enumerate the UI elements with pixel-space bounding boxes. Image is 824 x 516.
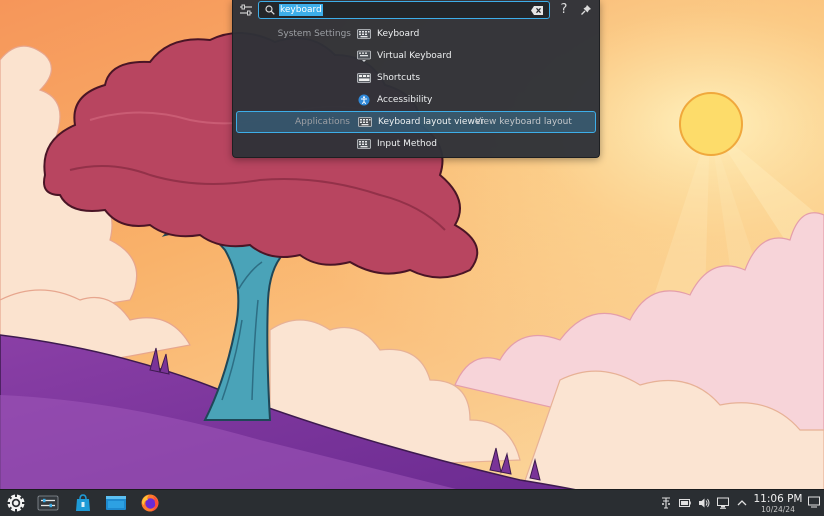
result-title: Keyboard: [377, 29, 420, 39]
input-method-icon: [357, 139, 371, 149]
result-row-keyboard[interactable]: System Settings Keyboard: [236, 24, 596, 44]
clock-time[interactable]: 11:06 PM: [750, 493, 806, 505]
accessibility-icon: [358, 94, 370, 106]
dolphin-file-manager-icon[interactable]: [105, 493, 127, 513]
search-query-text: keyboard: [279, 4, 323, 16]
tray-expand-icon[interactable]: [736, 497, 748, 509]
firefox-icon[interactable]: [139, 493, 161, 513]
result-title: Virtual Keyboard: [377, 51, 452, 61]
system-settings-icon[interactable]: [37, 493, 59, 513]
result-row-virtual-keyboard[interactable]: Virtual Keyboard: [236, 46, 596, 66]
shortcuts-icon: [357, 73, 371, 83]
result-row-input-method[interactable]: Input Method: [236, 134, 596, 154]
result-title: Shortcuts: [377, 73, 421, 83]
search-input[interactable]: keyboard: [258, 1, 550, 19]
result-title: Keyboard layout viewer: [378, 117, 485, 127]
keyboard-layout-icon: [358, 117, 372, 127]
result-row-keyboard-layout-viewer[interactable]: Applications Keyboard layout viewer View…: [236, 111, 596, 133]
search-icon: [265, 5, 275, 15]
help-button[interactable]: ?: [556, 1, 572, 19]
volume-icon[interactable]: [698, 497, 710, 509]
app-launcher-icon[interactable]: [5, 493, 27, 513]
result-row-accessibility[interactable]: Accessibility: [236, 90, 596, 110]
pin-icon[interactable]: [580, 4, 592, 16]
show-desktop-icon[interactable]: [808, 496, 820, 508]
result-title: Accessibility: [377, 95, 433, 105]
result-row-shortcuts[interactable]: Shortcuts: [236, 68, 596, 88]
clock-date[interactable]: 10/24/24: [750, 505, 806, 514]
taskbar-panel: 11:06 PM 10/24/24: [0, 489, 824, 516]
keyboard-icon: [357, 29, 371, 39]
virtual-keyboard-icon: [357, 50, 371, 62]
configure-icon[interactable]: [239, 3, 253, 17]
display-icon[interactable]: [717, 497, 729, 509]
network-icon[interactable]: [660, 497, 672, 509]
result-subtitle: View keyboard layout: [475, 117, 572, 127]
battery-icon[interactable]: [679, 497, 691, 509]
krunner-search-popup: keyboard ? System Settings Keyboard Virt…: [232, 0, 600, 158]
clear-text-icon[interactable]: [531, 6, 543, 15]
category-label: System Settings: [277, 29, 351, 39]
category-label: Applications: [295, 117, 350, 127]
result-title: Input Method: [377, 139, 437, 149]
discover-store-icon[interactable]: [72, 493, 94, 513]
